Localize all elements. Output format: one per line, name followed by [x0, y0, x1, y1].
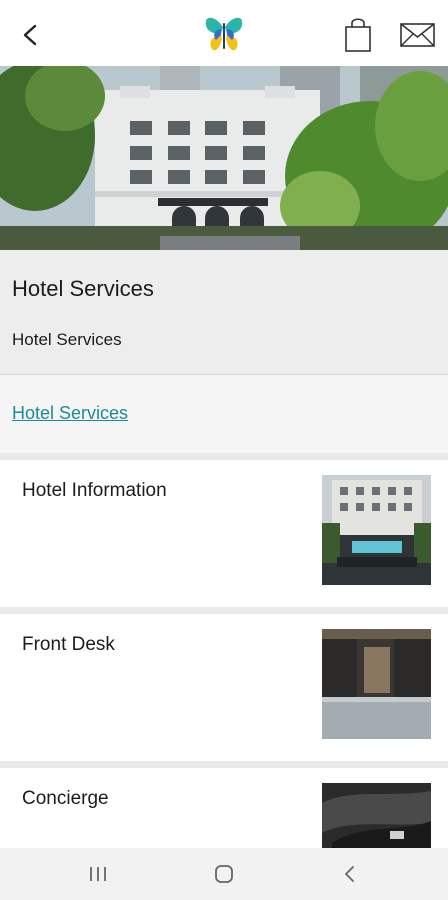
list-item-hotel-information[interactable]: Hotel Information — [0, 460, 448, 607]
system-back-button[interactable] — [330, 858, 370, 890]
breadcrumb-link-hotel-services[interactable]: Hotel Services — [12, 403, 128, 424]
shopping-bag-icon — [345, 18, 371, 52]
page-title: Hotel Services — [12, 276, 154, 301]
divider — [0, 761, 448, 768]
divider — [0, 453, 448, 460]
home-button[interactable] — [204, 858, 244, 890]
list-item-front-desk[interactable]: Front Desk — [0, 614, 448, 761]
system-navigation-bar — [0, 848, 448, 900]
mail-button[interactable] — [398, 18, 438, 52]
butterfly-logo-icon[interactable] — [200, 13, 248, 57]
hotel-exterior-photo — [0, 66, 448, 250]
recent-apps-icon — [90, 867, 106, 881]
page-subtitle: Hotel Services — [12, 330, 122, 349]
envelope-icon — [400, 23, 435, 47]
title-panel — [0, 250, 448, 375]
back-button[interactable] — [12, 17, 48, 53]
front-desk-photo — [322, 629, 431, 739]
home-icon — [215, 865, 233, 883]
list-item-label: Front Desk — [22, 634, 115, 655]
list-item-concierge[interactable]: Concierge — [0, 768, 448, 848]
divider — [0, 607, 448, 614]
chevron-left-icon — [23, 24, 37, 46]
concierge-photo — [322, 783, 431, 848]
list-item-label: Concierge — [22, 788, 109, 809]
hotel-courtyard-photo — [322, 475, 431, 585]
back-arrow-icon — [345, 866, 354, 882]
shopping-bag-button[interactable] — [340, 15, 376, 53]
recent-apps-button[interactable] — [78, 858, 118, 890]
list-item-label: Hotel Information — [22, 480, 167, 501]
top-app-bar — [0, 0, 448, 66]
